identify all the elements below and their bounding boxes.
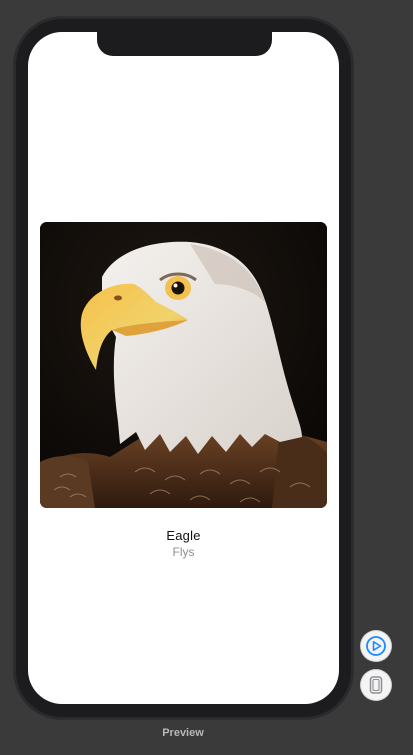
device-icon — [369, 676, 383, 694]
device-notch — [97, 32, 272, 56]
eagle-image — [40, 222, 327, 508]
play-circle-icon — [366, 636, 386, 656]
card-title: Eagle — [166, 528, 201, 543]
eagle-illustration — [40, 222, 327, 508]
device-frame: Eagle Flys — [14, 17, 353, 719]
live-preview-button[interactable] — [361, 631, 391, 661]
card-subtitle: Flys — [172, 545, 195, 559]
device-screen: Eagle Flys — [28, 32, 339, 704]
canvas-label: Preview — [162, 727, 204, 739]
device-settings-button[interactable] — [361, 670, 391, 700]
